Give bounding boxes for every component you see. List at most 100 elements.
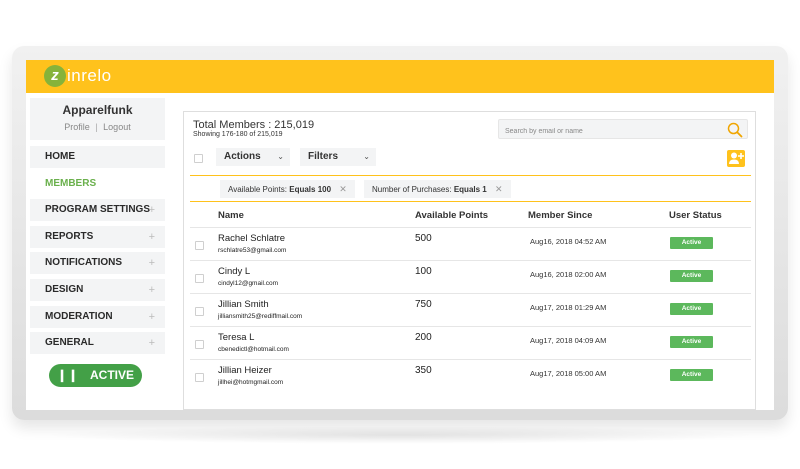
filter-chip-label: Number of Purchases: [372, 185, 452, 194]
sidebar-item-home[interactable]: HOME [30, 146, 165, 168]
sidebar: Apparelfunk Profile | Logout HOME MEMBER… [26, 93, 171, 410]
member-email: cindyl12@gmail.com [218, 280, 279, 287]
search-input[interactable] [499, 122, 709, 141]
member-name[interactable]: Jillian Heizer [218, 365, 272, 376]
app-screen: z inrelo Apparelfunk Profile | Logout HO… [26, 60, 774, 410]
add-user-button[interactable] [727, 150, 745, 167]
status-badge: Active [670, 369, 713, 381]
active-filters-bar: Available Points: Equals 100 ✕ Number of… [190, 175, 751, 202]
filter-chip-number-of-purchases: Number of Purchases: Equals 1 ✕ [364, 180, 511, 198]
logo-mark: z [44, 65, 66, 87]
column-header-name[interactable]: Name [218, 210, 244, 221]
pause-icon: ❙❙ [56, 368, 80, 382]
sidebar-item-program-settings[interactable]: PROGRAM SETTINGS + [30, 199, 165, 222]
chevron-down-icon: ⌄ [277, 152, 284, 161]
account-links: Profile | Logout [30, 122, 165, 132]
column-header-available-points[interactable]: Available Points [415, 210, 488, 221]
sidebar-item-label: DESIGN [45, 283, 84, 295]
add-user-icon [729, 152, 744, 164]
table-row[interactable]: Cindy L cindyl12@gmail.com 100 Aug16, 20… [190, 260, 751, 293]
sidebar-item-label: NOTIFICATIONS [45, 257, 123, 269]
account-box: Apparelfunk Profile | Logout [30, 98, 165, 140]
member-name[interactable]: Rachel Schlatre [218, 233, 285, 244]
table-row[interactable]: Jillian Smith jilliansmith25@rediffmail.… [190, 293, 751, 326]
member-points: 100 [415, 266, 432, 277]
status-badge: Active [670, 237, 713, 249]
member-name[interactable]: Cindy L [218, 266, 250, 277]
profile-link[interactable]: Profile [64, 122, 90, 132]
row-checkbox[interactable] [195, 241, 204, 250]
member-since: Aug17, 2018 05:00 AM [530, 369, 607, 378]
filter-chip-value: Equals 1 [453, 185, 487, 194]
sidebar-item-label: PROGRAM SETTINGS [45, 204, 151, 216]
logout-link[interactable]: Logout [103, 122, 131, 132]
zinrelo-logo[interactable]: z inrelo [44, 65, 112, 87]
account-name: Apparelfunk [62, 103, 133, 117]
row-checkbox[interactable] [195, 274, 204, 283]
member-points: 750 [415, 299, 432, 310]
member-email: rschlatre53@gmail.com [218, 247, 287, 254]
member-since: Aug16, 2018 02:00 AM [530, 270, 607, 279]
expand-plus-icon[interactable]: + [149, 279, 155, 301]
row-checkbox[interactable] [195, 307, 204, 316]
row-checkbox[interactable] [195, 373, 204, 382]
program-status-button[interactable]: ❙❙ ACTIVE [49, 364, 142, 387]
actions-label: Actions [224, 151, 261, 162]
sidebar-item-members[interactable]: MEMBERS [30, 172, 165, 195]
showing-range: Showing 176-180 of 215,019 [193, 131, 283, 138]
sidebar-item-reports[interactable]: REPORTS + [30, 225, 165, 248]
members-panel: Total Members : 215,019 Showing 176-180 … [183, 111, 756, 410]
member-since: Aug17, 2018 01:29 AM [530, 303, 607, 312]
table-row[interactable]: Rachel Schlatre rschlatre53@gmail.com 50… [190, 227, 751, 260]
sidebar-item-label: REPORTS [45, 230, 94, 242]
expand-plus-icon[interactable]: + [149, 332, 155, 354]
expand-plus-icon[interactable]: + [149, 252, 155, 274]
actions-dropdown[interactable]: Actions ⌄ [216, 148, 290, 166]
search-box [498, 119, 748, 141]
close-icon[interactable]: ✕ [339, 184, 347, 194]
link-separator: | [95, 122, 98, 132]
member-points: 500 [415, 233, 432, 244]
filters-label: Filters [308, 151, 339, 162]
member-email: jillhei@hotmgmail.com [218, 379, 284, 386]
status-badge: Active [670, 303, 713, 315]
sidebar-nav: HOME MEMBERS PROGRAM SETTINGS + REPORTS … [30, 146, 165, 359]
member-name[interactable]: Teresa L [218, 332, 254, 343]
sidebar-item-label: MODERATION [45, 310, 113, 322]
member-email: cbenedictl@hotmail.com [218, 346, 289, 353]
column-header-user-status[interactable]: User Status [669, 210, 722, 221]
program-status-label: ACTIVE [89, 368, 134, 382]
member-since: Aug16, 2018 04:52 AM [530, 237, 607, 246]
filter-chip-label: Available Points: [228, 185, 287, 194]
sidebar-item-label: HOME [45, 151, 75, 162]
close-icon[interactable]: ✕ [495, 184, 503, 194]
expand-plus-icon[interactable]: + [149, 226, 155, 248]
top-bar: z inrelo [26, 60, 774, 93]
filters-dropdown[interactable]: Filters ⌄ [300, 148, 376, 166]
table-row[interactable]: Jillian Heizer jillhei@hotmgmail.com 350… [190, 359, 751, 392]
total-members: Total Members : 215,019 [193, 119, 315, 131]
row-checkbox[interactable] [195, 340, 204, 349]
chevron-down-icon: ⌄ [363, 152, 370, 161]
member-since: Aug17, 2018 04:09 AM [530, 336, 607, 345]
member-points: 200 [415, 332, 432, 343]
column-header-member-since[interactable]: Member Since [528, 210, 592, 221]
search-icon[interactable] [727, 122, 743, 138]
member-email: jilliansmith25@rediffmail.com [218, 313, 303, 320]
logo-text: inrelo [67, 66, 112, 85]
member-name[interactable]: Jillian Smith [218, 299, 269, 310]
sidebar-item-general[interactable]: GENERAL + [30, 332, 165, 355]
sidebar-item-label: GENERAL [45, 337, 94, 349]
sidebar-item-moderation[interactable]: MODERATION + [30, 305, 165, 328]
filter-chip-available-points: Available Points: Equals 100 ✕ [220, 180, 355, 198]
status-badge: Active [670, 270, 713, 282]
sidebar-item-design[interactable]: DESIGN + [30, 278, 165, 301]
table-row[interactable]: Teresa L cbenedictl@hotmail.com 200 Aug1… [190, 326, 751, 359]
select-all-checkbox[interactable] [194, 154, 203, 163]
expand-plus-icon[interactable]: + [149, 306, 155, 328]
status-badge: Active [670, 336, 713, 348]
sidebar-item-notifications[interactable]: NOTIFICATIONS + [30, 252, 165, 275]
expand-plus-icon[interactable]: + [149, 199, 155, 221]
member-points: 350 [415, 365, 432, 376]
sidebar-item-label: MEMBERS [45, 177, 97, 189]
